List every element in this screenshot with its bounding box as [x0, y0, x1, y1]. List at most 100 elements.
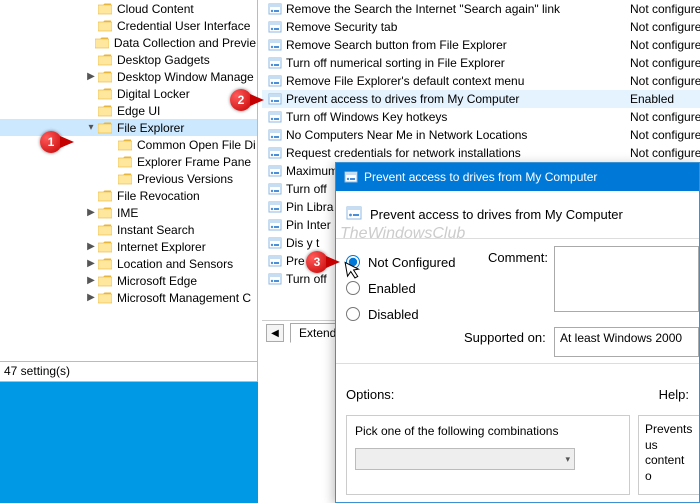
policy-icon — [268, 19, 282, 35]
settings-row[interactable]: Remove Security tabNot configure — [262, 18, 700, 36]
tree-item[interactable]: ▾ File Explorer — [0, 119, 257, 136]
folder-icon — [98, 122, 112, 134]
settings-row[interactable]: Turn off numerical sorting in File Explo… — [262, 54, 700, 72]
callout-number: 3 — [314, 255, 321, 269]
watermark: TheWindowsClub — [340, 225, 465, 243]
tree-item[interactable]: Explorer Frame Pane — [0, 153, 257, 170]
dialog-title: Prevent access to drives from My Compute… — [364, 170, 597, 184]
status-text: 47 setting(s) — [4, 364, 70, 378]
tree-item[interactable]: ▶IME — [0, 204, 257, 221]
help-panel: Prevents us content o If you ena structu… — [638, 415, 700, 495]
tree-item[interactable]: Cloud Content — [0, 0, 257, 17]
settings-row[interactable]: No Computers Near Me in Network Location… — [262, 126, 700, 144]
setting-state: Not configure — [626, 74, 700, 88]
folder-icon — [98, 88, 112, 100]
folder-icon — [98, 258, 112, 270]
desktop-area — [0, 382, 258, 503]
tab-nav-left[interactable]: ◀ — [266, 324, 284, 342]
folder-icon — [118, 173, 132, 185]
tree-item[interactable]: ▶Internet Explorer — [0, 238, 257, 255]
tree-item[interactable]: File Revocation — [0, 187, 257, 204]
tree-item[interactable]: Digital Locker — [0, 85, 257, 102]
tree-item-label: Edge UI — [116, 104, 161, 118]
policy-icon — [268, 163, 282, 179]
setting-name: Remove Search button from File Explorer — [286, 38, 626, 52]
comment-label: Comment: — [488, 250, 548, 265]
tree-item[interactable]: ▶Microsoft Management C — [0, 289, 257, 306]
tree-item[interactable]: Credential User Interface — [0, 17, 257, 34]
folder-icon — [98, 54, 112, 66]
settings-row[interactable]: Remove File Explorer's default context m… — [262, 72, 700, 90]
tree-item-label: Previous Versions — [136, 172, 234, 186]
setting-name: Turn off Windows Key hotkeys — [286, 110, 626, 124]
chevron-down-icon: ▾ — [565, 454, 570, 465]
folder-icon — [95, 37, 109, 49]
settings-row[interactable]: Remove the Search the Internet "Search a… — [262, 0, 700, 18]
tree-item-label: File Explorer — [116, 121, 185, 135]
expand-icon[interactable]: ▾ — [84, 122, 98, 133]
policy-icon — [344, 170, 358, 184]
settings-row[interactable]: Remove Search button from File ExplorerN… — [262, 36, 700, 54]
policy-icon — [268, 199, 282, 215]
options-panel: Pick one of the following combinations ▾ — [346, 415, 630, 495]
setting-name: Remove the Search the Internet "Search a… — [286, 2, 626, 16]
tree-item[interactable]: Common Open File Di — [0, 136, 257, 153]
setting-state: Not configure — [626, 2, 700, 16]
setting-name: Remove Security tab — [286, 20, 626, 34]
callout-3: 3 — [306, 251, 328, 273]
radio-label: Disabled — [368, 307, 419, 322]
tree-item[interactable]: Edge UI — [0, 102, 257, 119]
setting-state: Enabled — [626, 92, 700, 106]
folder-tree[interactable]: Cloud ContentCredential User Interface Da… — [0, 0, 257, 306]
policy-icon — [268, 253, 282, 269]
tree-item[interactable]: Previous Versions — [0, 170, 257, 187]
options-text: Pick one of the following combinations — [355, 424, 621, 438]
comment-textarea[interactable] — [554, 246, 699, 312]
policy-icon — [268, 145, 282, 161]
expand-icon[interactable]: ▶ — [84, 207, 98, 218]
policy-icon — [268, 1, 282, 17]
tree-item-label: Desktop Window Manage — [116, 70, 255, 84]
settings-row[interactable]: Request credentials for network installa… — [262, 144, 700, 162]
tree-item[interactable]: Desktop Gadgets — [0, 51, 257, 68]
supported-text: At least Windows 2000 — [560, 331, 682, 345]
expand-icon[interactable]: ▶ — [84, 275, 98, 286]
tree-item-label: Desktop Gadgets — [116, 53, 211, 67]
folder-icon — [118, 156, 132, 168]
help-label: Help: — [659, 387, 689, 402]
options-dropdown[interactable]: ▾ — [355, 448, 575, 470]
tree-item[interactable]: ▶ Desktop Window Manage — [0, 68, 257, 85]
expand-icon[interactable]: ▶ — [84, 71, 98, 82]
tree-item-label: Data Collection and Previe — [113, 36, 257, 50]
setting-name: Remove File Explorer's default context m… — [286, 74, 626, 88]
folder-icon — [98, 3, 112, 15]
policy-icon — [268, 109, 282, 125]
folder-icon — [98, 275, 112, 287]
tree-item-label: Explorer Frame Pane — [136, 155, 252, 169]
setting-name: Prevent access to drives from My Compute… — [286, 92, 626, 106]
expand-icon[interactable]: ▶ — [84, 258, 98, 269]
tree-item[interactable]: Instant Search — [0, 221, 257, 238]
setting-state: Not configure — [626, 38, 700, 52]
policy-icon — [268, 55, 282, 71]
settings-row[interactable]: Prevent access to drives from My Compute… — [262, 90, 700, 108]
radio-input[interactable] — [346, 307, 360, 321]
tree-item[interactable]: ▶Microsoft Edge — [0, 272, 257, 289]
expand-icon[interactable]: ▶ — [84, 241, 98, 252]
tree-item[interactable]: Data Collection and Previe — [0, 34, 257, 51]
policy-icon — [268, 127, 282, 143]
expand-icon[interactable]: ▶ — [84, 292, 98, 303]
policy-icon — [268, 181, 282, 197]
folder-icon — [98, 71, 112, 83]
help-text: Prevents us content o If you ena structu… — [645, 422, 692, 495]
callout-2: 2 — [230, 89, 252, 111]
dialog-heading: Prevent access to drives from My Compute… — [370, 207, 623, 222]
setting-name: No Computers Near Me in Network Location… — [286, 128, 626, 142]
tree-item[interactable]: ▶Location and Sensors — [0, 255, 257, 272]
dialog-titlebar[interactable]: Prevent access to drives from My Compute… — [336, 163, 699, 191]
supported-on-value: At least Windows 2000 — [554, 327, 699, 357]
settings-row[interactable]: Turn off Windows Key hotkeysNot configur… — [262, 108, 700, 126]
tree-item-label: Instant Search — [116, 223, 195, 237]
policy-dialog: Prevent access to drives from My Compute… — [335, 162, 700, 503]
supported-on-label: Supported on: — [464, 330, 546, 345]
